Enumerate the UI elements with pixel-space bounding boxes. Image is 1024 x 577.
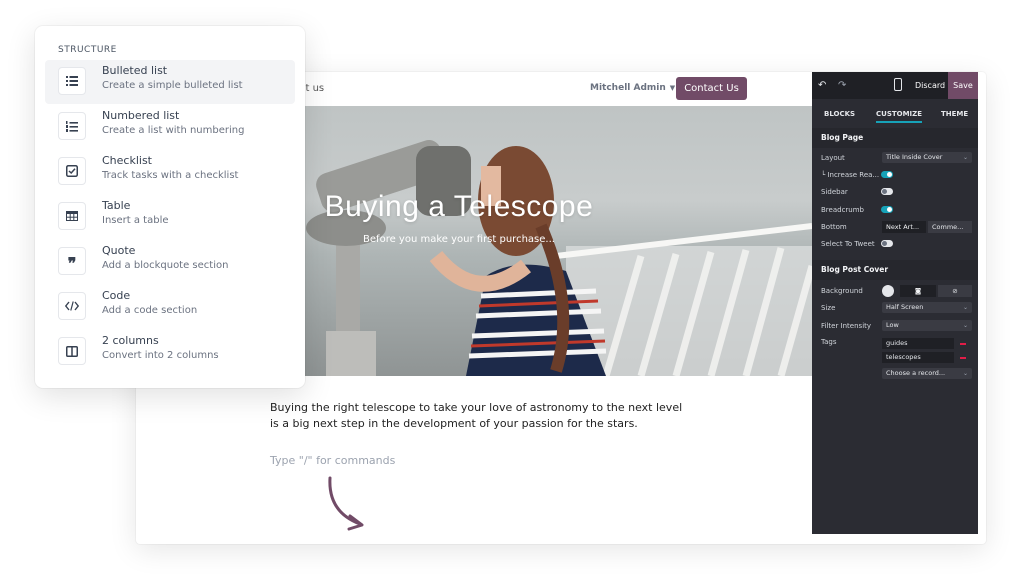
menu-category-title: STRUCTURE	[58, 45, 117, 55]
article-paragraph[interactable]: Buying the right telescope to take your …	[270, 400, 690, 432]
mobile-preview-icon[interactable]	[894, 78, 902, 91]
command-description: Create a list with numbering	[102, 125, 245, 136]
command-title: Code	[102, 289, 131, 302]
command-description: Create a simple bulleted list	[102, 80, 243, 91]
filter-intensity-value: Low	[886, 321, 899, 329]
redo-icon[interactable]: ↷	[838, 80, 846, 91]
checklist-icon	[58, 157, 86, 185]
tags-label: Tags	[821, 338, 837, 346]
toggle-knob	[887, 172, 892, 177]
command-description: Add a blockquote section	[102, 260, 229, 271]
increase-readability-toggle[interactable]	[881, 171, 893, 178]
chevron-down-icon: ⌄	[962, 304, 968, 311]
command-numbered-list[interactable]: Numbered list Create a list with numberi…	[45, 105, 295, 149]
command-bulleted-list[interactable]: Bulleted list Create a simple bulleted l…	[45, 60, 295, 104]
panel-toolbar: ↶ ↷ Discard Save	[812, 72, 978, 99]
breadcrumb-toggle[interactable]	[881, 206, 893, 213]
chevron-down-icon: ⌄	[962, 370, 968, 377]
columns-icon	[58, 337, 86, 365]
remove-tag-icon[interactable]	[960, 343, 966, 345]
background-label: Background	[821, 287, 863, 295]
blog-page-heading: Blog Page	[812, 128, 978, 148]
toggle-knob	[887, 207, 892, 212]
sidebar-label: Sidebar	[821, 188, 848, 196]
chevron-down-icon: ⌄	[962, 322, 968, 329]
select-to-tweet-label: Select To Tweet	[821, 240, 875, 248]
layout-label: Layout	[821, 154, 845, 162]
command-quote[interactable]: ❞ Quote Add a blockquote section	[45, 240, 295, 284]
chevron-down-icon: ⌄	[962, 154, 968, 161]
command-description: Track tasks with a checklist	[102, 170, 239, 181]
filter-intensity-label: Filter Intensity	[821, 322, 872, 330]
numbered-list-icon	[58, 112, 86, 140]
contact-us-button[interactable]: Contact Us	[676, 77, 747, 100]
discard-button[interactable]: Discard	[915, 81, 945, 90]
command-title: 2 columns	[102, 334, 159, 347]
size-value: Half Screen	[886, 303, 924, 311]
layout-value: Title Inside Cover	[886, 153, 943, 161]
sidebar-toggle[interactable]	[881, 188, 893, 195]
toggle-knob	[882, 241, 887, 246]
command-table[interactable]: Table Insert a table	[45, 195, 295, 239]
breadcrumb-label: Breadcrumb	[821, 206, 864, 214]
tag-guides: guides	[882, 338, 954, 349]
bottom-label: Bottom	[821, 223, 847, 231]
command-title: Table	[102, 199, 131, 212]
code-icon	[58, 292, 86, 320]
user-name: Mitchell Admin	[590, 83, 666, 93]
toggle-knob	[882, 189, 887, 194]
camera-icon[interactable]: ◙	[900, 285, 936, 297]
tab-theme[interactable]: THEME	[941, 110, 968, 118]
user-menu[interactable]: Mitchell Admin ▼	[590, 83, 675, 93]
command-placeholder[interactable]: Type "/" for commands	[270, 454, 395, 467]
tag-telescopes: telescopes	[882, 352, 954, 363]
undo-icon[interactable]: ↶	[818, 80, 826, 91]
bottom-next-article-button[interactable]: Next Art...	[882, 221, 926, 233]
chevron-down-icon: ▼	[669, 84, 676, 92]
command-checklist[interactable]: Checklist Track tasks with a checklist	[45, 150, 295, 194]
size-select[interactable]: Half Screen ⌄	[882, 302, 972, 313]
bulleted-list-icon	[58, 67, 86, 95]
panel-tabs: BLOCKS CUSTOMIZE THEME	[812, 110, 978, 126]
select-to-tweet-toggle[interactable]	[881, 240, 893, 247]
structure-command-menu: STRUCTURE Bulleted list Create a simple …	[35, 26, 305, 388]
table-icon	[58, 202, 86, 230]
no-background-icon[interactable]: ⊘	[938, 285, 972, 297]
choose-record-placeholder: Choose a record...	[886, 369, 946, 377]
background-color-swatch[interactable]	[882, 285, 894, 297]
curved-arrow-icon	[328, 476, 364, 531]
tab-blocks[interactable]: BLOCKS	[824, 110, 855, 118]
quote-icon: ❞	[58, 247, 86, 275]
command-two-columns[interactable]: 2 columns Convert into 2 columns	[45, 330, 295, 374]
remove-tag-icon[interactable]	[960, 357, 966, 359]
increase-readability-label: └ Increase Rea...	[821, 171, 880, 179]
command-description: Insert a table	[102, 215, 169, 226]
command-title: Numbered list	[102, 109, 180, 122]
command-title: Bulleted list	[102, 64, 168, 77]
tab-customize[interactable]: CUSTOMIZE	[876, 110, 923, 123]
bottom-comments-button[interactable]: Comme...	[928, 221, 972, 233]
customize-panel: ↶ ↷ Discard Save BLOCKS CUSTOMIZE THEME …	[812, 72, 978, 534]
command-description: Add a code section	[102, 305, 198, 316]
filter-intensity-select[interactable]: Low ⌄	[882, 320, 972, 331]
choose-record-select[interactable]: Choose a record... ⌄	[882, 368, 972, 379]
blog-post-cover-heading: Blog Post Cover	[812, 260, 978, 280]
command-title: Quote	[102, 244, 136, 257]
layout-select[interactable]: Title Inside Cover ⌄	[882, 152, 972, 163]
command-title: Checklist	[102, 154, 152, 167]
size-label: Size	[821, 304, 836, 312]
command-description: Convert into 2 columns	[102, 350, 219, 361]
save-button[interactable]: Save	[948, 72, 978, 99]
command-code[interactable]: Code Add a code section	[45, 285, 295, 329]
